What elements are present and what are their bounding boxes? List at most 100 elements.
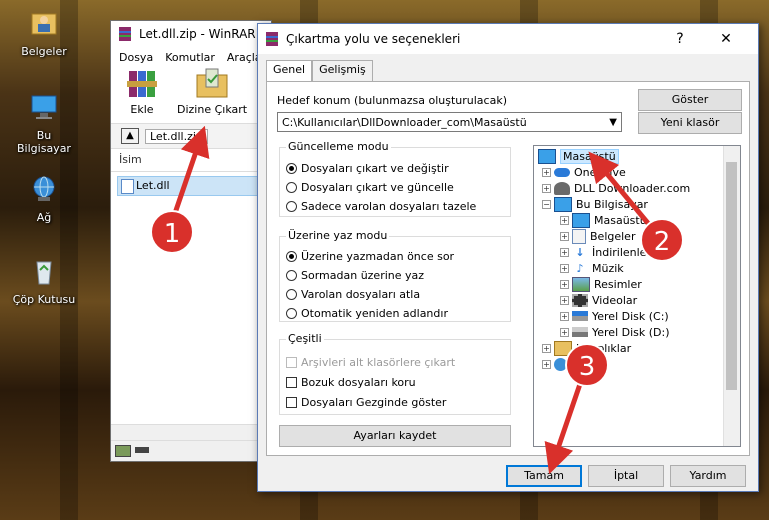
expand-icon[interactable]: + xyxy=(542,183,551,193)
expand-icon[interactable]: + xyxy=(560,327,569,337)
file-icon xyxy=(121,179,134,194)
extract-to-button[interactable]: Dizine Çıkart xyxy=(177,67,247,123)
file-row[interactable]: Let.dll xyxy=(117,176,265,196)
tree-item-label: OneDrive xyxy=(574,165,626,179)
option-label: Dosyaları Gezginde göster xyxy=(301,396,447,409)
tree-item-downloads[interactable]: + ↓ İndirilenler xyxy=(560,244,651,260)
checkbox[interactable] xyxy=(286,377,297,388)
expand-icon[interactable]: + xyxy=(560,311,569,321)
dialog-title: Çıkartma yolu ve seçenekleri xyxy=(286,32,461,46)
desktop-icon-this-pc[interactable]: Bu Bilgisayar xyxy=(12,92,76,155)
destination-path-value: C:\Kullanıcılar\DllDownloader_com\Masaüs… xyxy=(282,116,527,129)
help-button[interactable]: Yardım xyxy=(670,465,746,487)
radio-button[interactable] xyxy=(286,270,297,281)
winrar-icon xyxy=(266,32,278,46)
desktop-icon-network[interactable]: Ağ xyxy=(12,174,76,224)
documents-icon xyxy=(572,228,586,244)
save-settings-button[interactable]: Ayarları kaydet xyxy=(279,425,511,447)
overwrite-option-without-prompt[interactable]: Sormadan üzerine yaz xyxy=(286,269,424,282)
folder-tree[interactable]: Masaüstü + OneDrive + DLL Downloader.com −… xyxy=(533,145,741,447)
tree-item-music[interactable]: + ♪ Müzik xyxy=(560,260,624,276)
tree-item-label: Belgeler xyxy=(590,229,636,243)
winrar-title: Let.dll.zip - WinRAR xyxy=(139,27,256,41)
radio-button[interactable] xyxy=(286,182,297,193)
tree-item-videos[interactable]: + Videolar xyxy=(560,292,637,308)
expand-icon[interactable]: + xyxy=(542,343,551,353)
expand-icon[interactable]: + xyxy=(560,263,569,273)
horizontal-scrollbar[interactable] xyxy=(111,424,271,441)
radio-button[interactable] xyxy=(286,251,297,262)
option-label: Otomatik yeniden adlandır xyxy=(301,307,448,320)
collapse-icon[interactable]: − xyxy=(542,199,551,209)
close-button[interactable]: ✕ xyxy=(706,24,746,54)
cancel-button[interactable]: İptal xyxy=(588,465,664,487)
menu-file[interactable]: Dosya xyxy=(119,51,153,64)
tab-general[interactable]: Genel xyxy=(266,60,313,83)
tree-item-drive-d[interactable]: + Yerel Disk (D:) xyxy=(560,324,670,340)
destination-path-combo[interactable]: C:\Kullanıcılar\DllDownloader_com\Masaüs… xyxy=(277,112,622,132)
drive-icon xyxy=(115,445,131,457)
tree-item-drive-c[interactable]: + Yerel Disk (C:) xyxy=(560,308,669,324)
tree-item-documents[interactable]: + Belgeler xyxy=(560,228,635,244)
update-option-freshen[interactable]: Sadece varolan dosyaları tazele xyxy=(286,200,476,213)
desktop-icon xyxy=(572,212,590,228)
expand-icon[interactable]: + xyxy=(560,231,569,241)
desktop-icon-recycle-bin[interactable]: Çöp Kutusu xyxy=(12,256,76,306)
desktop-icon-label: Çöp Kutusu xyxy=(12,293,76,306)
misc-option-show-in-explorer[interactable]: Dosyaları Gezginde göster xyxy=(286,396,446,409)
winrar-toolbar: Ekle Dizine Çıkart xyxy=(111,67,271,123)
overwrite-option-rename[interactable]: Otomatik yeniden adlandır xyxy=(286,307,448,320)
overwrite-option-ask[interactable]: Üzerine yazmadan önce sor xyxy=(286,250,454,263)
new-folder-button[interactable]: Yeni klasör xyxy=(638,112,742,134)
chevron-down-icon[interactable]: ▼ xyxy=(609,113,617,133)
expand-icon[interactable]: + xyxy=(560,247,569,257)
extract-to-label: Dizine Çıkart xyxy=(177,103,248,116)
update-option-extract-update[interactable]: Dosyaları çıkart ve güncelle xyxy=(286,181,454,194)
option-label: Sadece varolan dosyaları tazele xyxy=(301,200,477,213)
overwrite-option-skip[interactable]: Varolan dosyaları atla xyxy=(286,288,420,301)
tree-item-label: Resimler xyxy=(594,277,642,291)
dialog-titlebar: Çıkartma yolu ve seçenekleri ? ✕ xyxy=(258,24,758,54)
desktop-icon-documents[interactable]: Belgeler xyxy=(12,8,76,58)
radio-button[interactable] xyxy=(286,201,297,212)
expand-icon[interactable]: + xyxy=(560,295,569,305)
tree-item-user[interactable]: + DLL Downloader.com xyxy=(542,180,690,196)
expand-icon[interactable]: + xyxy=(560,279,569,289)
winrar-pathbar: ▲ Let.dll.zip xyxy=(111,123,271,149)
computer-icon xyxy=(554,196,572,212)
tree-item-label: DLL Downloader.com xyxy=(574,181,691,195)
ok-button[interactable]: Tamam xyxy=(506,465,582,487)
scrollbar-thumb[interactable] xyxy=(726,162,737,390)
radio-button[interactable] xyxy=(286,308,297,319)
update-option-extract-replace[interactable]: Dosyaları çıkart ve değiştir xyxy=(286,162,449,175)
help-title-button[interactable]: ? xyxy=(660,24,700,54)
drive-icon xyxy=(572,327,588,337)
winrar-titlebar: Let.dll.zip - WinRAR xyxy=(111,21,271,47)
checkbox[interactable] xyxy=(286,397,297,408)
column-header-name[interactable]: İsim xyxy=(111,149,271,172)
archive-path[interactable]: Let.dll.zip xyxy=(145,128,208,144)
menu-commands[interactable]: Komutlar xyxy=(165,51,215,64)
show-button[interactable]: Göster xyxy=(638,89,742,111)
tree-item-this-pc[interactable]: − Bu Bilgisayar xyxy=(542,196,648,212)
option-label: Dosyaları çıkart ve güncelle xyxy=(301,181,454,194)
tree-vertical-scrollbar[interactable] xyxy=(723,146,740,446)
destination-label: Hedef konum (bulunmazsa oluşturulacak) xyxy=(277,94,507,107)
add-label: Ekle xyxy=(130,103,154,116)
extract-dialog: Çıkartma yolu ve seçenekleri ? ✕ Genel G… xyxy=(257,23,759,492)
expand-icon[interactable]: + xyxy=(560,215,569,225)
up-folder-icon[interactable]: ▲ xyxy=(121,128,139,144)
radio-button[interactable] xyxy=(286,289,297,300)
misc-option-subfolders: Arşivleri alt klasörlere çıkart xyxy=(286,356,455,369)
expand-icon[interactable]: + xyxy=(542,167,551,177)
expand-icon[interactable]: + xyxy=(542,359,551,369)
add-button[interactable]: Ekle xyxy=(123,67,161,123)
tree-item-desktop[interactable]: + Masaüstü xyxy=(560,212,647,228)
tree-item-desktop-root[interactable]: Masaüstü xyxy=(538,148,619,164)
misc-option-keep-broken[interactable]: Bozuk dosyaları koru xyxy=(286,376,416,389)
tree-item-pictures[interactable]: + Resimler xyxy=(560,276,642,292)
download-arrow-icon: ↓ xyxy=(575,245,585,259)
radio-button[interactable] xyxy=(286,163,297,174)
tab-advanced[interactable]: Gelişmiş xyxy=(312,60,373,81)
tree-item-onedrive[interactable]: + OneDrive xyxy=(542,164,626,180)
